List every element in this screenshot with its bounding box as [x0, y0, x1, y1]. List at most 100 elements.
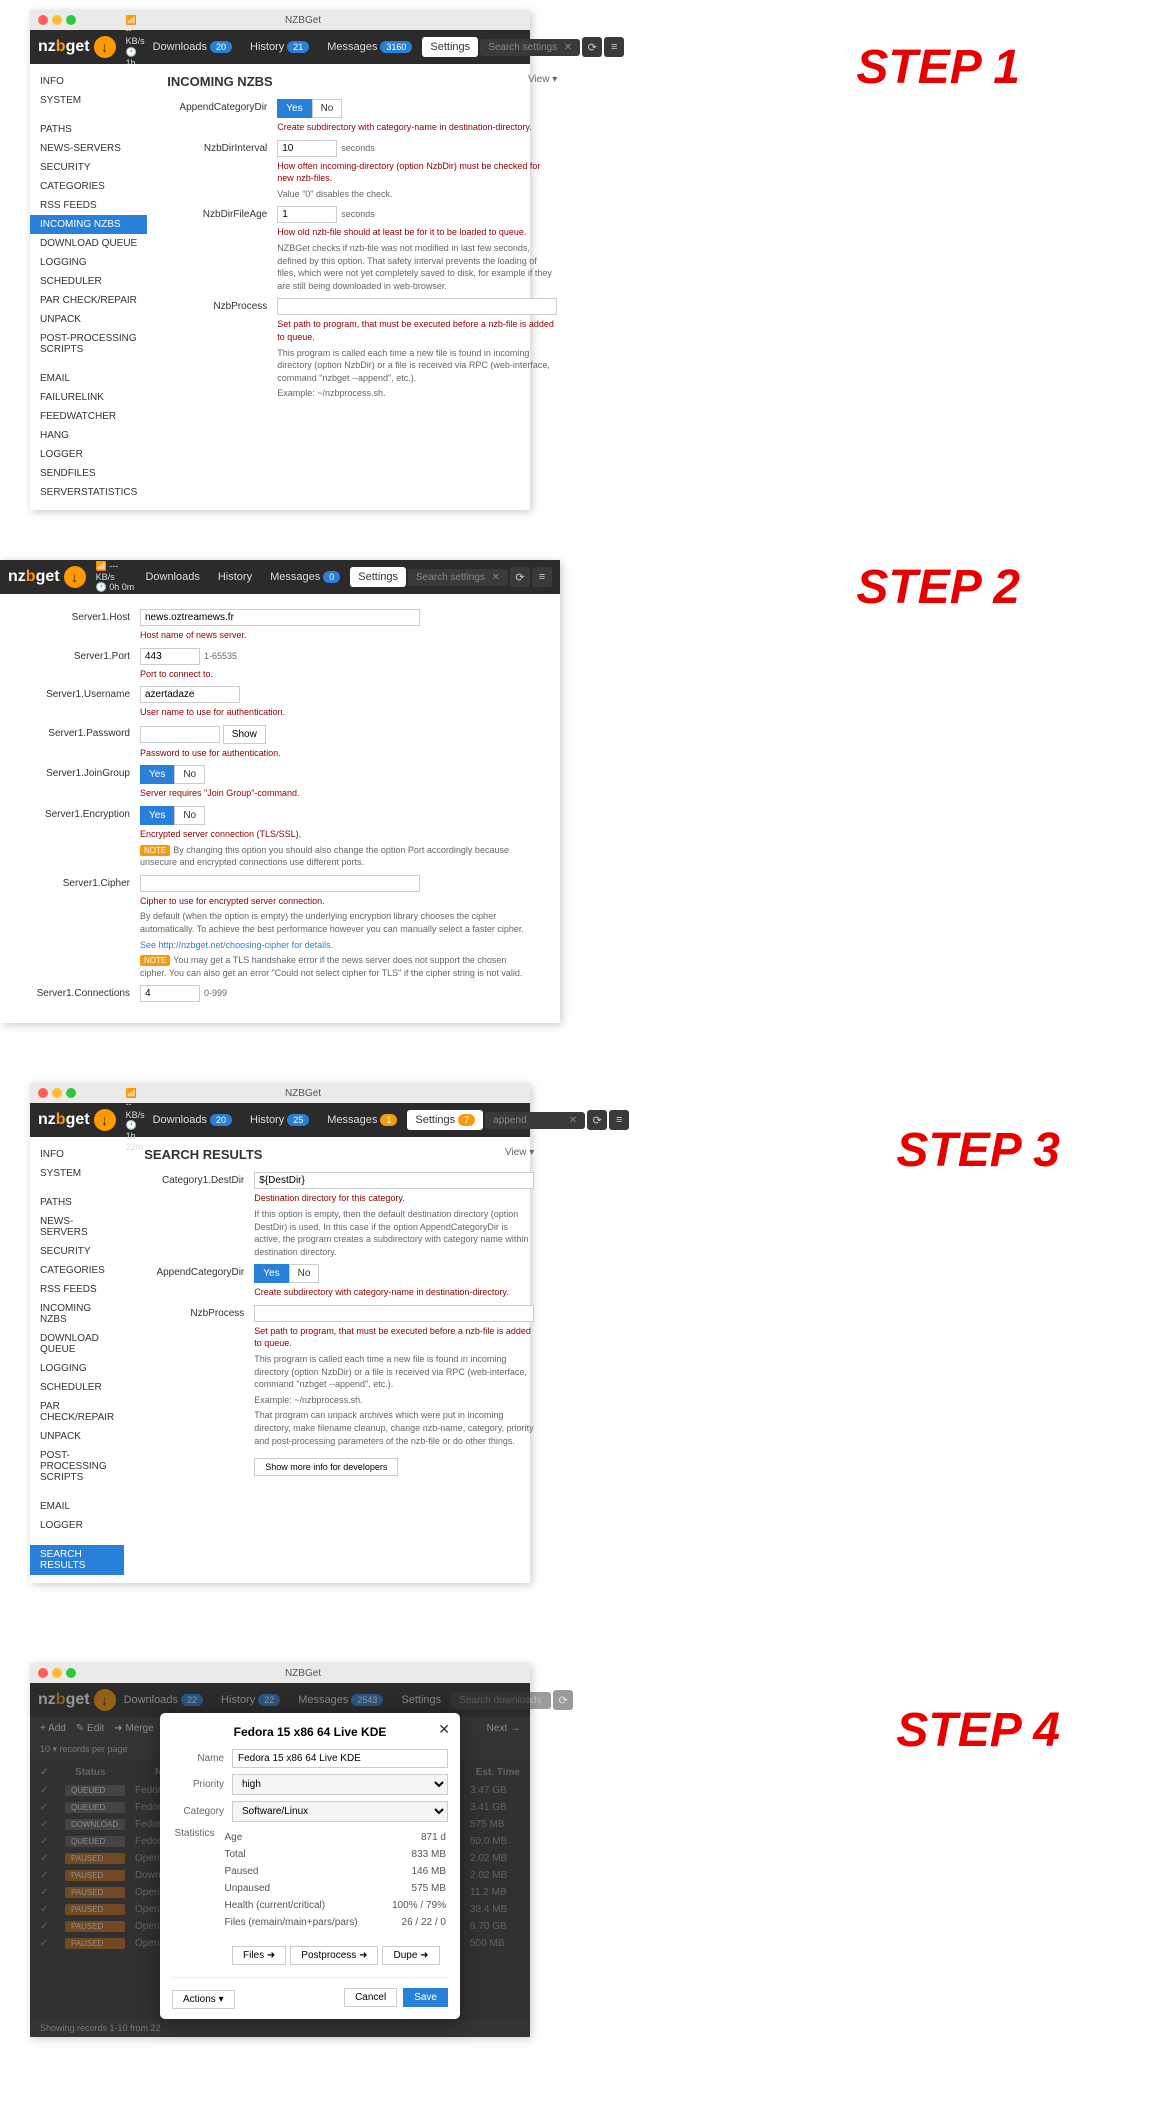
- clear-icon[interactable]: ✕: [564, 42, 572, 53]
- actions-button[interactable]: Actions ▾: [172, 1990, 235, 2009]
- priority-select[interactable]: high: [232, 1774, 448, 1795]
- sb-logger[interactable]: LOGGER: [30, 445, 147, 464]
- minimize-icon[interactable]: [52, 1088, 62, 1098]
- nzbdirint-input[interactable]: [277, 140, 337, 157]
- host-input[interactable]: [140, 609, 420, 626]
- modal-close-button[interactable]: ✕: [438, 1721, 450, 1738]
- sb-unpack[interactable]: UNPACK: [30, 1427, 124, 1446]
- sb-security[interactable]: SECURITY: [30, 1242, 124, 1261]
- zoom-icon[interactable]: [66, 1668, 76, 1678]
- encryption-toggle[interactable]: YesNo: [140, 806, 205, 825]
- cipher-input[interactable]: [140, 875, 420, 892]
- minimize-icon[interactable]: [52, 1668, 62, 1678]
- sb-unpack[interactable]: UNPACK: [30, 310, 147, 329]
- zoom-icon[interactable]: [66, 1088, 76, 1098]
- menu-icon[interactable]: ≡: [532, 567, 552, 587]
- sb-scheduler[interactable]: SCHEDULER: [30, 1378, 124, 1397]
- sb-logging[interactable]: LOGGING: [30, 253, 147, 272]
- nav-settings[interactable]: Settings: [350, 567, 406, 587]
- sb-dlqueue[interactable]: DOWNLOAD QUEUE: [30, 1329, 124, 1359]
- sb-rss[interactable]: RSS FEEDS: [30, 1280, 124, 1299]
- minimize-icon[interactable]: [52, 15, 62, 25]
- password-input[interactable]: [140, 726, 220, 743]
- nav-downloads[interactable]: Downloads 20: [145, 1110, 240, 1130]
- sb-feedwatcher[interactable]: FEEDWATCHER: [30, 407, 147, 426]
- connections-input[interactable]: [140, 985, 200, 1002]
- postprocess-button[interactable]: Postprocess ➜: [290, 1946, 378, 1965]
- refresh-icon[interactable]: ⟳: [582, 37, 602, 57]
- showmore-button[interactable]: Show more info for developers: [254, 1458, 398, 1476]
- name-input[interactable]: [232, 1749, 448, 1768]
- joingroup-toggle[interactable]: YesNo: [140, 765, 205, 784]
- nzbfileage-input[interactable]: [277, 206, 337, 223]
- destdir-input[interactable]: [254, 1172, 534, 1189]
- sb-hang[interactable]: HANG: [30, 426, 147, 445]
- logo[interactable]: nzbget ↓: [38, 36, 116, 58]
- sb-dlqueue[interactable]: DOWNLOAD QUEUE: [30, 234, 147, 253]
- sb-parcheck[interactable]: PAR CHECK/REPAIR: [30, 291, 147, 310]
- save-button[interactable]: Save: [403, 1988, 448, 2007]
- sb-rss[interactable]: RSS FEEDS: [30, 196, 147, 215]
- sb-logger[interactable]: LOGGER: [30, 1516, 124, 1535]
- nav-settings[interactable]: Settings 7: [407, 1110, 483, 1130]
- nav-messages[interactable]: Messages 0: [262, 567, 348, 587]
- nav-messages[interactable]: Messages 3160: [319, 37, 420, 57]
- sb-failurelink[interactable]: FAILURELINK: [30, 388, 147, 407]
- username-input[interactable]: [140, 686, 240, 703]
- search-input[interactable]: Search settings✕: [408, 569, 508, 586]
- logo[interactable]: nzbget↓: [38, 1109, 116, 1131]
- sb-parcheck[interactable]: PAR CHECK/REPAIR: [30, 1397, 124, 1427]
- menu-icon[interactable]: ≡: [604, 37, 624, 57]
- nav-downloads[interactable]: Downloads 20: [145, 37, 240, 57]
- sb-search[interactable]: SEARCH RESULTS: [30, 1545, 124, 1575]
- dupe-button[interactable]: Dupe ➜: [382, 1946, 439, 1965]
- sb-email[interactable]: EMAIL: [30, 1497, 124, 1516]
- nzbprocess-input[interactable]: [254, 1305, 534, 1322]
- nav-history[interactable]: History 21: [242, 37, 317, 57]
- close-icon[interactable]: [38, 15, 48, 25]
- sb-serverstats[interactable]: SERVERSTATISTICS: [30, 483, 147, 502]
- close-icon[interactable]: [38, 1668, 48, 1678]
- sb-incoming[interactable]: INCOMING NZBS: [30, 1299, 124, 1329]
- sb-system[interactable]: SYSTEM: [30, 1164, 124, 1183]
- sb-scheduler[interactable]: SCHEDULER: [30, 272, 147, 291]
- nav-settings[interactable]: Settings: [422, 37, 478, 57]
- sb-categories[interactable]: CATEGORIES: [30, 177, 147, 196]
- sb-system[interactable]: SYSTEM: [30, 91, 147, 110]
- sb-info[interactable]: INFO: [30, 72, 147, 91]
- sb-sendfiles[interactable]: SENDFILES: [30, 464, 147, 483]
- sb-email[interactable]: EMAIL: [30, 369, 147, 388]
- sb-info[interactable]: INFO: [30, 1145, 124, 1164]
- view-dropdown[interactable]: View ▾: [528, 74, 557, 89]
- zoom-icon[interactable]: [66, 15, 76, 25]
- search-input[interactable]: Search settings✕: [480, 39, 580, 56]
- sb-paths[interactable]: PATHS: [30, 1193, 124, 1212]
- files-button[interactable]: Files ➜: [232, 1946, 286, 1965]
- nav-messages[interactable]: Messages 1: [319, 1110, 405, 1130]
- sb-news[interactable]: NEWS-SERVERS: [30, 1212, 124, 1242]
- refresh-icon[interactable]: ⟳: [587, 1110, 607, 1130]
- view-dropdown[interactable]: View ▾: [505, 1147, 534, 1162]
- category-select[interactable]: Software/Linux: [232, 1801, 448, 1822]
- nzbprocess-input[interactable]: [277, 298, 557, 315]
- nav-downloads[interactable]: Downloads: [137, 567, 207, 587]
- sb-categories[interactable]: CATEGORIES: [30, 1261, 124, 1280]
- logo[interactable]: nzbget ↓: [8, 566, 86, 588]
- sb-paths[interactable]: PATHS: [30, 120, 147, 139]
- close-icon[interactable]: [38, 1088, 48, 1098]
- sb-logging[interactable]: LOGGING: [30, 1359, 124, 1378]
- sb-postproc[interactable]: POST-PROCESSING SCRIPTS: [30, 1446, 124, 1487]
- port-input[interactable]: [140, 648, 200, 665]
- show-button[interactable]: Show: [223, 725, 266, 744]
- sb-postproc[interactable]: POST-PROCESSING SCRIPTS: [30, 329, 147, 359]
- search-input[interactable]: append✕: [485, 1112, 585, 1129]
- sb-news[interactable]: NEWS-SERVERS: [30, 139, 147, 158]
- nav-history[interactable]: History 25: [242, 1110, 317, 1130]
- appendcat-toggle[interactable]: YesNo: [277, 99, 342, 118]
- refresh-icon[interactable]: ⟳: [510, 567, 530, 587]
- sb-incoming[interactable]: INCOMING NZBS: [30, 215, 147, 234]
- cancel-button[interactable]: Cancel: [344, 1988, 397, 2007]
- sb-security[interactable]: SECURITY: [30, 158, 147, 177]
- appendcat-toggle[interactable]: YesNo: [254, 1264, 319, 1283]
- nav-history[interactable]: History: [210, 567, 260, 587]
